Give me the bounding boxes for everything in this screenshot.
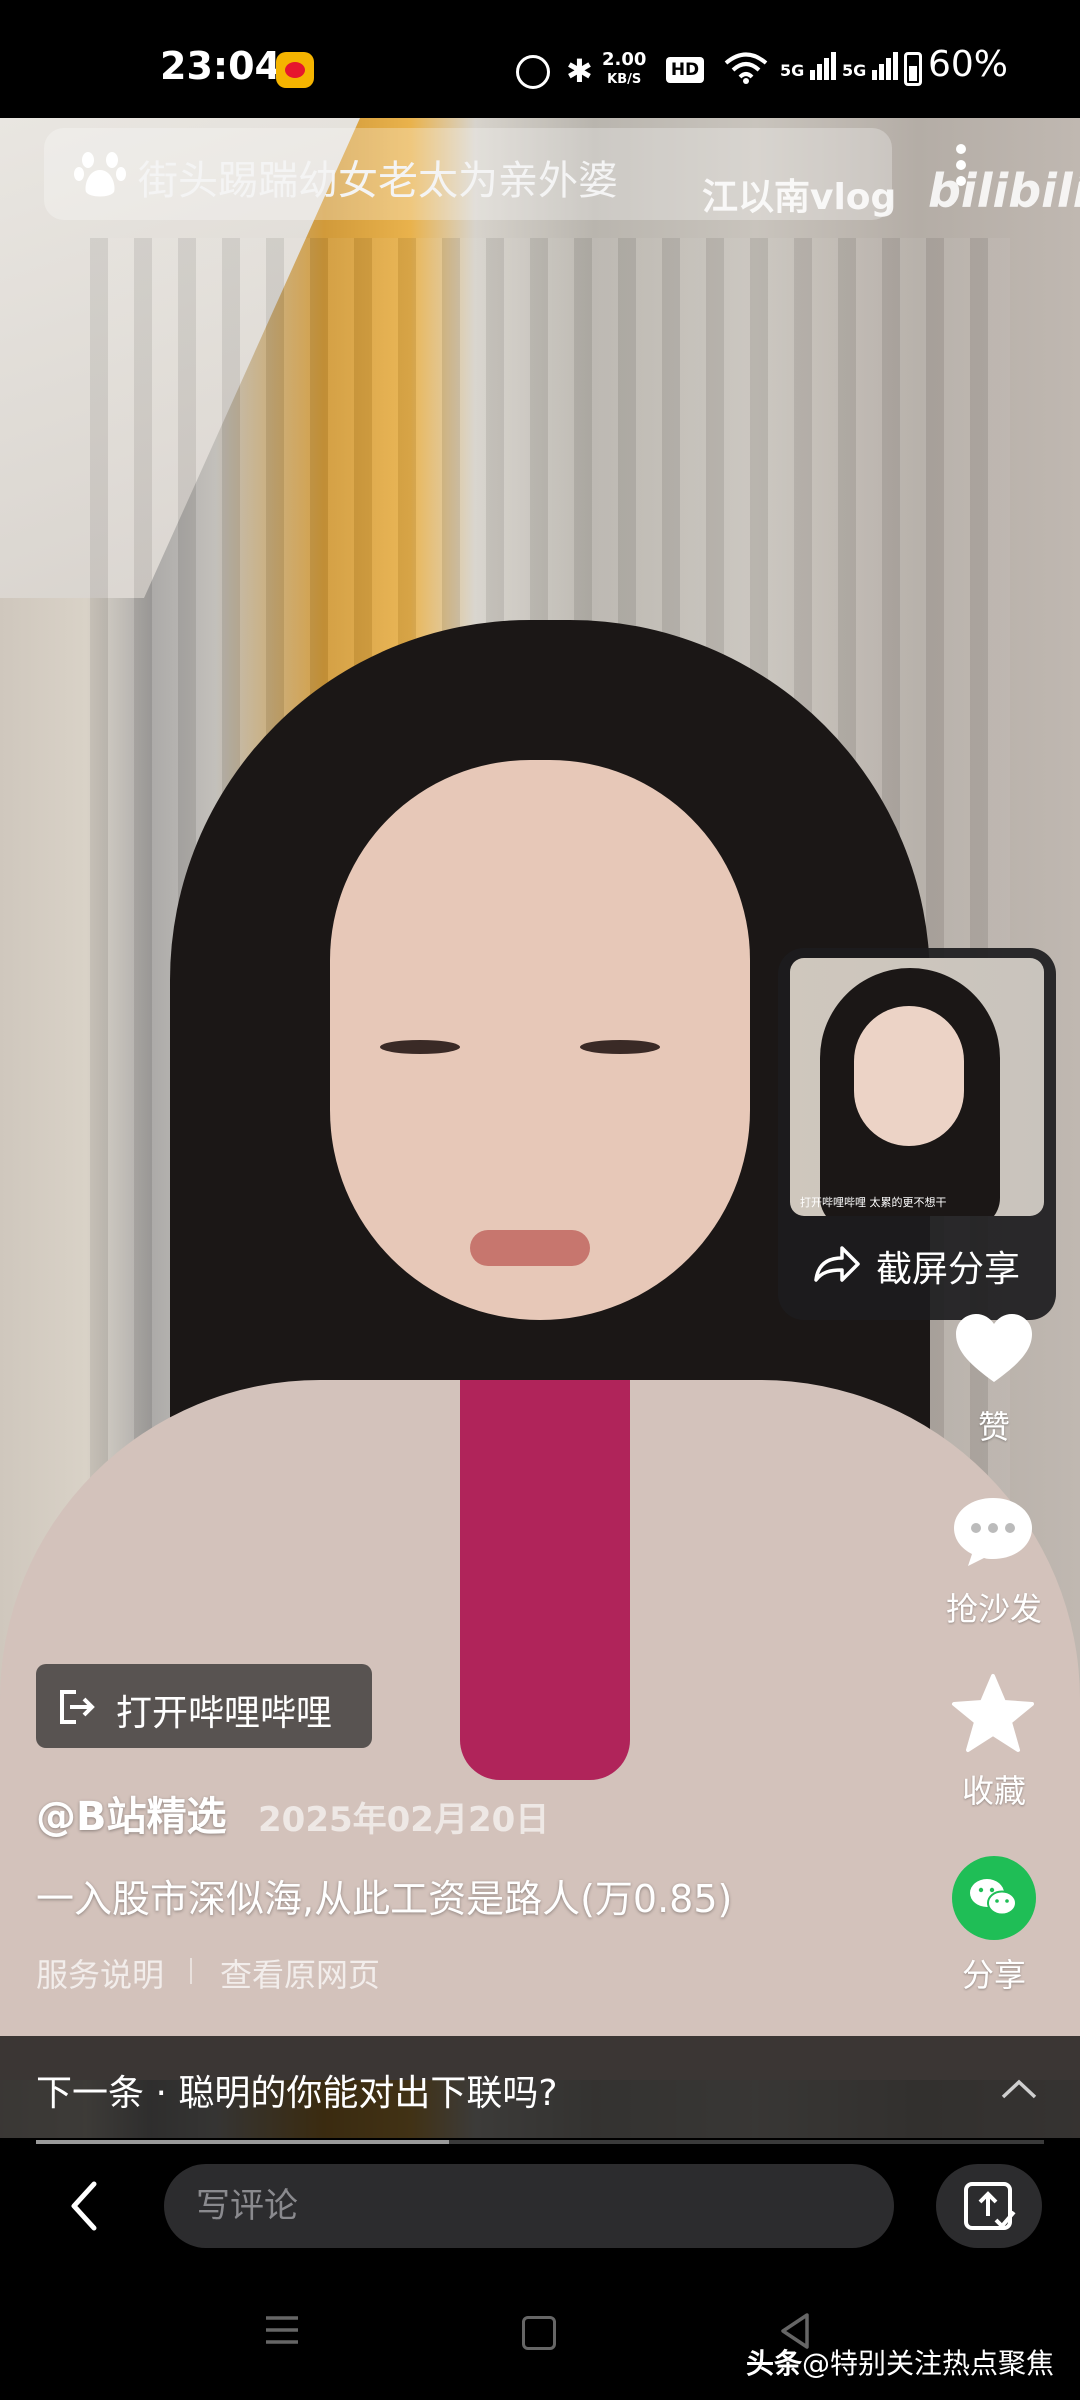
search-query-text[interactable]: 街头踢踹幼女老太为亲外婆 [138, 148, 618, 206]
author-name[interactable]: @B站精选 [36, 1784, 227, 1842]
star-icon[interactable] [950, 1672, 1036, 1756]
heart-icon[interactable] [952, 1310, 1036, 1386]
cell-signal-2-icon: 5G [842, 52, 900, 80]
weibo-notification-icon [276, 52, 314, 88]
back-arrow-icon[interactable] [64, 2176, 104, 2236]
uploader-watermark: 江以南vlog [702, 177, 897, 218]
chevron-up-icon[interactable] [1000, 2078, 1038, 2100]
nav-recents-icon[interactable] [264, 2314, 300, 2346]
wechat-icon[interactable] [952, 1856, 1036, 1940]
next-video-label[interactable]: 下一条 · 聪明的你能对出下联吗? [36, 2064, 557, 2116]
screenshot-thumbnail[interactable]: 打开哔哩哔哩 太累的更不想干 [790, 958, 1044, 1216]
comment-bubble-icon[interactable] [950, 1494, 1036, 1570]
view-original-link[interactable]: 查看原网页 [220, 1950, 380, 1996]
battery-icon [904, 52, 922, 86]
signal-2-label: 5G [842, 61, 867, 80]
network-speed-unit: KB/S [607, 72, 642, 87]
video-person-shirt [460, 1380, 630, 1780]
comment-label[interactable]: 抢沙发 [934, 1584, 1054, 1630]
video-person-eye [580, 1040, 660, 1054]
service-info-link[interactable]: 服务说明 [36, 1950, 164, 1996]
baidu-paw-icon [74, 152, 126, 197]
comment-input[interactable] [164, 2164, 894, 2248]
open-bilibili-label[interactable]: 打开哔哩哔哩 [116, 1684, 332, 1736]
toutiao-handle: @特别关注热点聚焦 [802, 2347, 1055, 2380]
hd-voice-icon: HD [666, 57, 704, 83]
status-time: 23:04 [160, 44, 281, 88]
wechat-glyph-icon [970, 1879, 1017, 1916]
battery-percent: 60% [928, 44, 1009, 85]
toutiao-watermark: 头条@特别关注热点聚焦 [746, 2342, 1054, 2382]
network-speed-value: 2.00 [602, 49, 647, 70]
link-divider [190, 1958, 192, 1984]
video-person-eye [380, 1040, 460, 1054]
share-label[interactable]: 分享 [934, 1950, 1054, 1996]
bilibili-logo-watermark: bilibili [928, 164, 1080, 218]
toutiao-brand: 头条 [746, 2347, 803, 2380]
network-speed: 2.00 KB/S [602, 50, 646, 90]
screen-share-icon[interactable] [962, 2180, 1016, 2232]
thumbnail-person-face [854, 1006, 964, 1146]
signal-1-label: 5G [780, 61, 805, 80]
nav-home-icon[interactable] [522, 2316, 556, 2350]
video-person-mouth [470, 1230, 590, 1266]
favorite-label[interactable]: 收藏 [934, 1766, 1054, 1812]
publish-date: 2025年02月20日 [258, 1800, 550, 1840]
video-caption: 一入股市深似海,从此工资是路人(万0.85) [36, 1877, 733, 1921]
cell-signal-1-icon: 5G [780, 52, 838, 80]
alarm-icon [516, 55, 550, 89]
thumbnail-caption: 打开哔哩哔哩 太累的更不想干 [800, 1196, 947, 1209]
screenshot-share-label[interactable]: 截屏分享 [876, 1240, 1020, 1292]
like-label[interactable]: 赞 [934, 1402, 1054, 1448]
share-arrow-icon[interactable] [812, 1244, 860, 1284]
bluetooth-icon: ✱ [566, 52, 593, 90]
wifi-icon [724, 52, 768, 84]
open-external-icon[interactable] [56, 1688, 96, 1726]
